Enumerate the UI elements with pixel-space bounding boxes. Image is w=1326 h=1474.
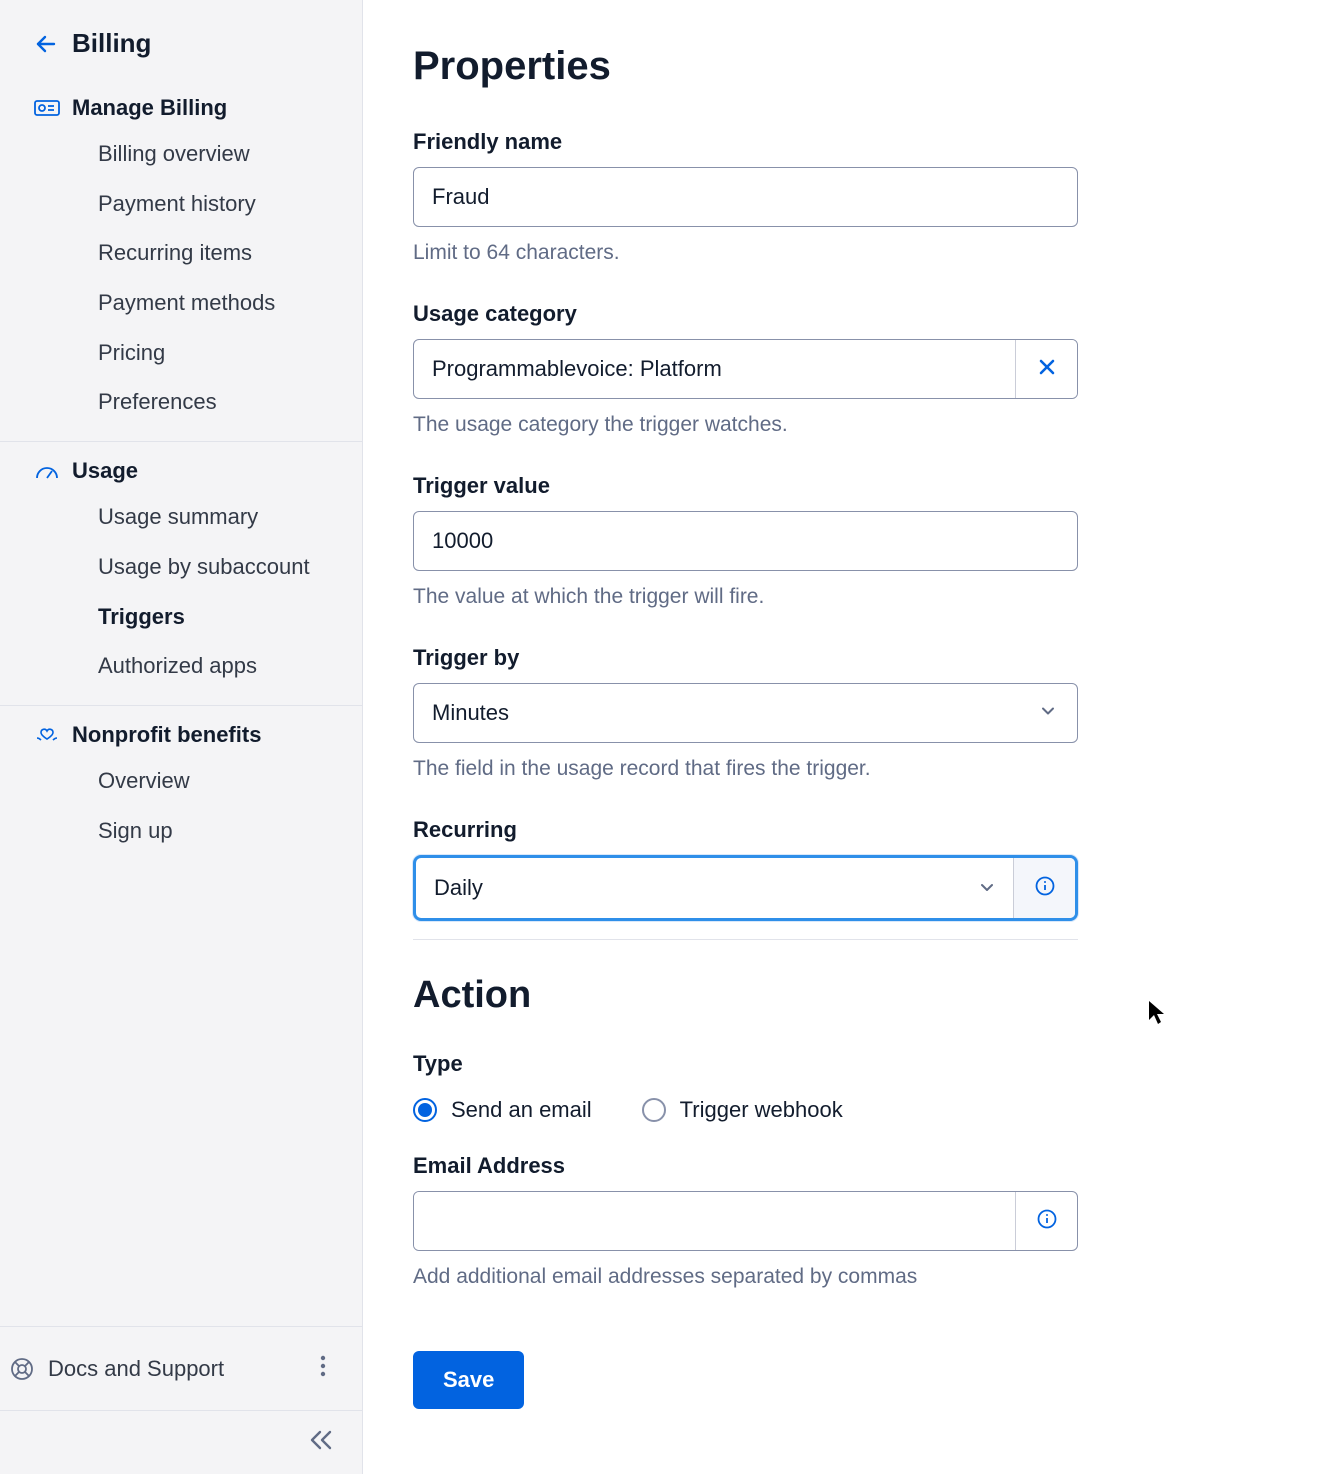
sidebar-item-billing-overview[interactable]: Billing overview <box>0 129 362 179</box>
billing-icon <box>34 98 60 118</box>
trigger-by-help: The field in the usage record that fires… <box>413 757 1078 781</box>
clear-usage-category-button[interactable] <box>1015 340 1077 398</box>
sidebar-section-usage: Usage Usage summary Usage by subaccount … <box>0 442 362 706</box>
section-title: Nonprofit benefits <box>72 722 261 748</box>
more-menu-button[interactable] <box>314 1349 332 1388</box>
info-icon <box>1035 876 1055 901</box>
usage-category-help: The usage category the trigger watches. <box>413 413 1078 437</box>
sidebar-section-manage-billing: Manage Billing Billing overview Payment … <box>0 79 362 442</box>
sidebar-item-authorized-apps[interactable]: Authorized apps <box>0 641 362 691</box>
sidebar-section-nonprofit: Nonprofit benefits Overview Sign up <box>0 706 362 869</box>
info-icon <box>1037 1209 1057 1234</box>
heart-hands-icon <box>34 725 60 745</box>
divider <box>413 939 1078 940</box>
usage-category-select[interactable]: Programmablevoice: Platform <box>413 339 1078 399</box>
collapse-sidebar-button[interactable] <box>308 1429 334 1456</box>
trigger-value-input[interactable] <box>413 511 1078 571</box>
trigger-by-label: Trigger by <box>413 645 1078 671</box>
gauge-icon <box>34 461 60 481</box>
email-info-button[interactable] <box>1015 1192 1077 1250</box>
usage-category-value: Programmablevoice: Platform <box>414 340 1015 398</box>
radio-send-email[interactable]: Send an email <box>413 1097 592 1123</box>
main-content: Properties Friendly name Limit to 64 cha… <box>363 0 1326 1474</box>
sidebar-footer: Docs and Support <box>0 1326 362 1410</box>
sidebar-item-preferences[interactable]: Preferences <box>0 377 362 427</box>
lifebuoy-icon <box>10 1357 34 1381</box>
email-label: Email Address <box>413 1153 1078 1179</box>
section-title: Manage Billing <box>72 95 227 121</box>
usage-category-label: Usage category <box>413 301 1078 327</box>
back-title: Billing <box>72 28 151 59</box>
sidebar-item-payment-methods[interactable]: Payment methods <box>0 278 362 328</box>
email-input[interactable] <box>414 1192 1015 1250</box>
radio-trigger-webhook[interactable]: Trigger webhook <box>642 1097 843 1123</box>
action-heading: Action <box>413 974 1276 1017</box>
email-help: Add additional email addresses separated… <box>413 1265 1078 1289</box>
radio-label: Trigger webhook <box>680 1097 843 1123</box>
sidebar-item-nonprofit-overview[interactable]: Overview <box>0 756 362 806</box>
recurring-info-button[interactable] <box>1013 858 1075 918</box>
friendly-name-label: Friendly name <box>413 129 1078 155</box>
trigger-by-value: Minutes <box>432 700 509 726</box>
docs-and-support-link[interactable]: Docs and Support <box>10 1356 224 1382</box>
recurring-label: Recurring <box>413 817 1078 843</box>
back-to-parent[interactable]: Billing <box>0 0 362 79</box>
recurring-select[interactable]: Daily <box>413 855 1078 921</box>
friendly-name-input[interactable] <box>413 167 1078 227</box>
sidebar-item-payment-history[interactable]: Payment history <box>0 179 362 229</box>
trigger-value-label: Trigger value <box>413 473 1078 499</box>
sidebar-item-nonprofit-signup[interactable]: Sign up <box>0 806 362 856</box>
radio-icon <box>413 1098 437 1122</box>
sidebar-item-usage-by-subaccount[interactable]: Usage by subaccount <box>0 542 362 592</box>
sidebar-item-usage-summary[interactable]: Usage summary <box>0 492 362 542</box>
radio-label: Send an email <box>451 1097 592 1123</box>
save-button[interactable]: Save <box>413 1351 524 1409</box>
section-title: Usage <box>72 458 138 484</box>
recurring-value: Daily <box>434 875 483 901</box>
trigger-by-select[interactable]: Minutes <box>413 683 1078 743</box>
sidebar-item-recurring-items[interactable]: Recurring items <box>0 228 362 278</box>
arrow-left-icon <box>34 32 58 56</box>
sidebar-item-pricing[interactable]: Pricing <box>0 328 362 378</box>
radio-icon <box>642 1098 666 1122</box>
properties-heading: Properties <box>413 44 1276 89</box>
trigger-value-help: The value at which the trigger will fire… <box>413 585 1078 609</box>
docs-label: Docs and Support <box>48 1356 224 1382</box>
sidebar-item-triggers[interactable]: Triggers <box>0 592 362 642</box>
sidebar: Billing Manage Billing Billing overview … <box>0 0 363 1474</box>
chevron-down-icon <box>979 875 995 901</box>
close-icon <box>1038 358 1056 381</box>
action-type-label: Type <box>413 1051 1078 1077</box>
friendly-name-help: Limit to 64 characters. <box>413 241 1078 265</box>
